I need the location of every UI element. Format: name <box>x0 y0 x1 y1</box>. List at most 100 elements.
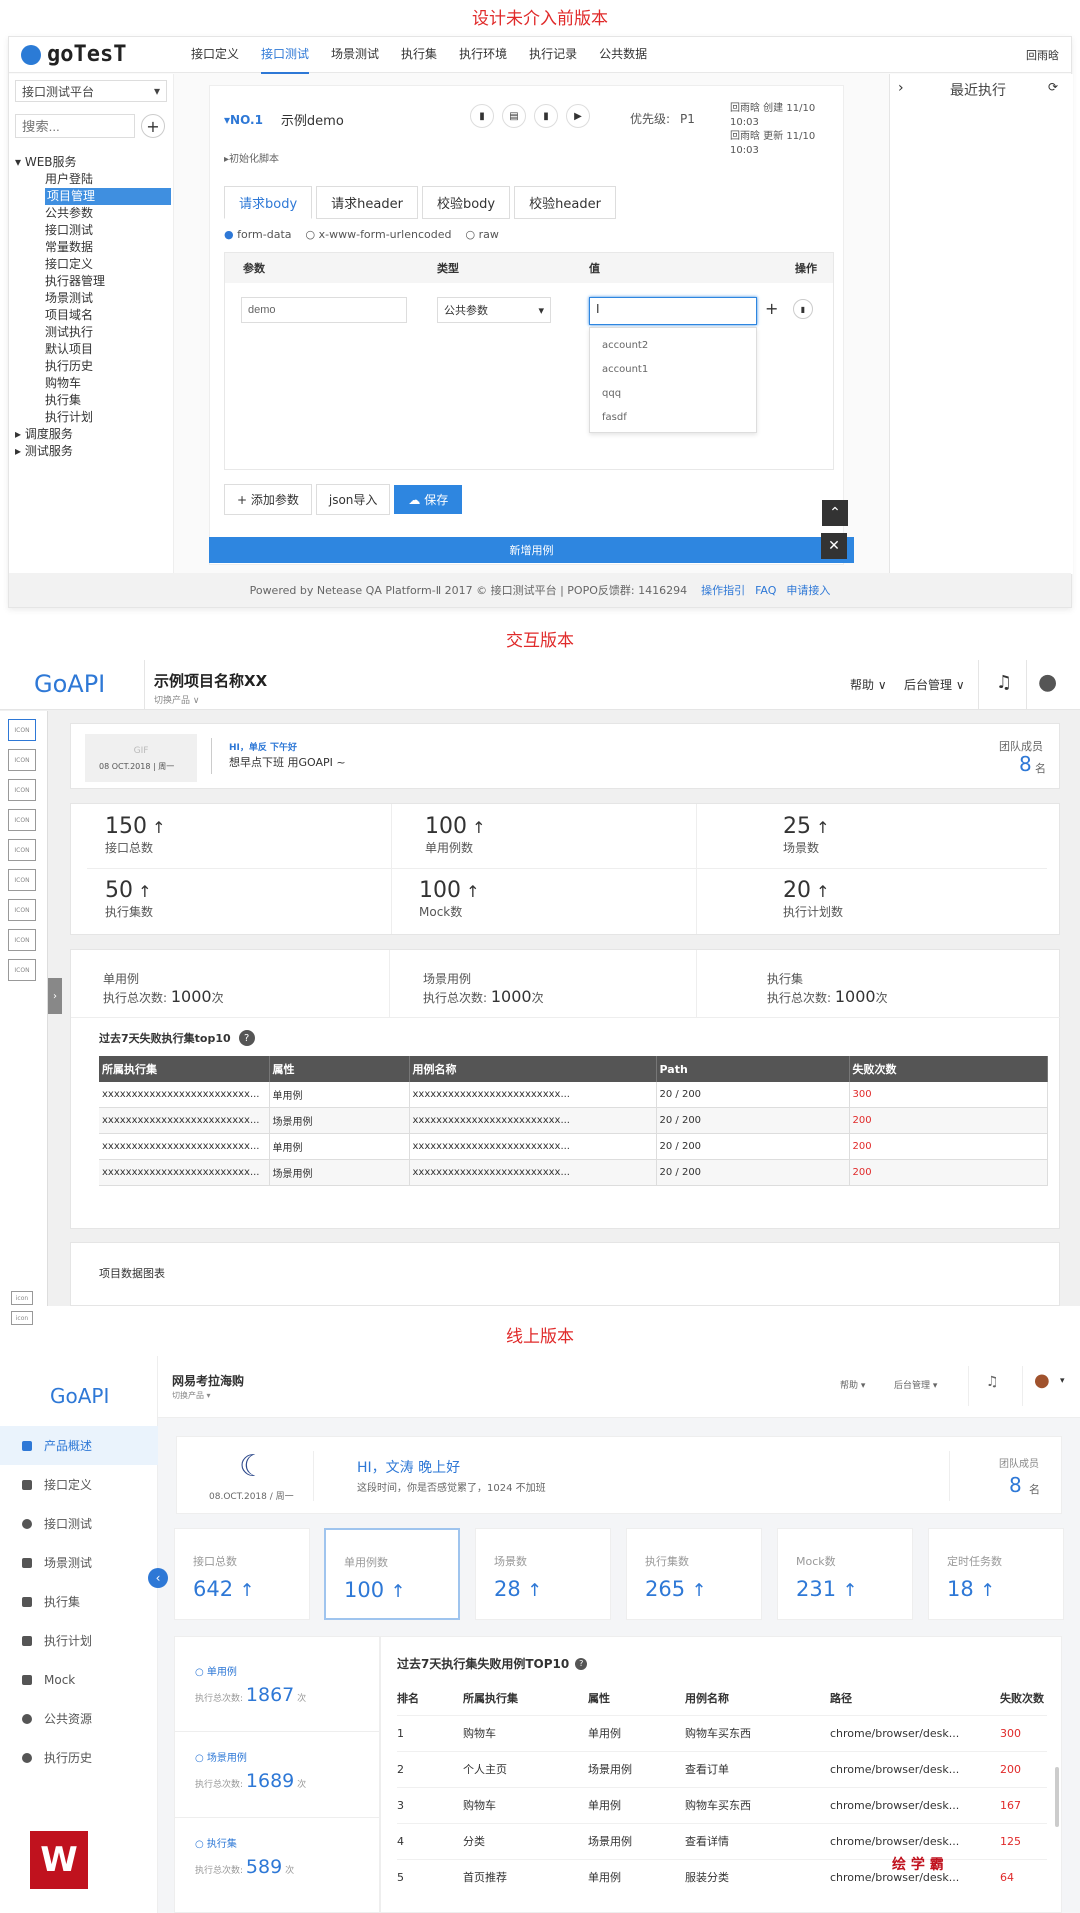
tree-root[interactable]: ▾ WEB服务 <box>15 154 173 171</box>
nav-item-scene-test[interactable]: 场景测试 <box>331 35 379 74</box>
admin-menu[interactable]: 后台管理 ∨ <box>904 676 965 693</box>
stat-single-cases[interactable]: 单用例数 100 ↑ <box>324 1528 460 1620</box>
dropdown-option[interactable]: fasdf <box>602 406 744 430</box>
help-menu[interactable]: 帮助 ▾ <box>840 1378 865 1391</box>
case-name[interactable]: 示例demo <box>281 110 344 129</box>
tab-request-body[interactable]: 请求body <box>224 186 313 219</box>
nav-icon[interactable]: ICON <box>8 899 36 921</box>
menu-item-interface-test[interactable]: 接口测试 <box>0 1504 158 1543</box>
tree-item[interactable]: 执行历史 <box>15 358 173 375</box>
avatar[interactable]: ● <box>1034 1370 1050 1391</box>
save-button[interactable]: ☁ 保存 <box>394 485 463 514</box>
avatar[interactable]: ● <box>1038 670 1057 695</box>
tree-item[interactable]: 接口测试 <box>15 222 173 239</box>
user-name[interactable]: 回雨晗 <box>1026 47 1059 63</box>
nav-icon[interactable]: ICON <box>8 929 36 951</box>
param-type-select[interactable]: 公共参数 ▾ <box>437 297 551 323</box>
tree-item[interactable]: 执行器管理 <box>15 273 173 290</box>
radio-raw[interactable]: ○ raw <box>465 228 498 241</box>
table-row[interactable]: 5 首页推荐 单用例 服装分类 chrome/browser/desk... 64 <box>397 1858 1047 1895</box>
tab-check-header[interactable]: 校验header <box>514 186 616 219</box>
copy-icon[interactable]: ▮ <box>470 104 494 128</box>
stat-scenes[interactable]: 场景数 28 ↑ <box>475 1528 611 1620</box>
nav-item-interface-def[interactable]: 接口定义 <box>191 35 239 74</box>
param-name-input[interactable] <box>241 297 407 323</box>
delete-icon[interactable]: ▮ <box>534 104 558 128</box>
case-number[interactable]: ▾NO.1 <box>224 113 263 127</box>
table-row[interactable]: 4 分类 场景用例 查看详情 chrome/browser/desk... 125 <box>397 1822 1047 1859</box>
goapi-logo[interactable]: GoAPI <box>34 670 105 698</box>
nav-icon[interactable]: ICON <box>8 869 36 891</box>
dropdown-option[interactable]: account2 <box>602 334 744 358</box>
tree-item[interactable]: 测试执行 <box>15 324 173 341</box>
menu-item-interface-def[interactable]: 接口定义 <box>0 1465 158 1504</box>
tree-item[interactable]: 用户登陆 <box>15 171 173 188</box>
nav-icon[interactable]: ICON <box>8 839 36 861</box>
tree-item[interactable]: 执行计划 <box>15 409 173 426</box>
table-row[interactable]: 1 购物车 单用例 购物车买东西 chrome/browser/desk... 300 <box>397 1714 1047 1751</box>
refresh-icon[interactable]: ⟳ <box>1048 80 1058 94</box>
nav-icon[interactable]: ICON <box>8 959 36 981</box>
new-case-button[interactable]: 新增用例 <box>209 537 854 563</box>
tree-node-closed[interactable]: ▸ 测试服务 <box>15 443 173 460</box>
table-row[interactable]: 2 个人主页 场景用例 查看订单 chrome/browser/desk... 200 <box>397 1750 1047 1787</box>
tree-item[interactable]: 常量数据 <box>15 239 173 256</box>
table-row[interactable]: xxxxxxxxxxxxxxxxxxxxxxxxx... 场景用例 xxxxxxxx… <box>99 1107 1048 1134</box>
tree-search-input[interactable] <box>15 114 135 138</box>
switch-product[interactable]: 切换产品 ∨ <box>154 693 199 706</box>
tree-item[interactable]: 公共参数 <box>15 205 173 222</box>
dropdown-option[interactable]: account1 <box>602 358 744 382</box>
tree-item[interactable]: 场景测试 <box>15 290 173 307</box>
play-icon[interactable]: ▶ <box>566 104 590 128</box>
nav-icon[interactable]: ICON <box>8 779 36 801</box>
bell-icon[interactable]: ♫ <box>986 1374 999 1390</box>
collapse-sidebar-icon[interactable]: ‹ <box>148 1568 168 1588</box>
menu-item-overview[interactable]: 产品概述 <box>0 1426 158 1465</box>
nav-item-exec-record[interactable]: 执行记录 <box>529 35 577 74</box>
nav-item-exec-env[interactable]: 执行环境 <box>459 35 507 74</box>
admin-menu[interactable]: 后台管理 ▾ <box>894 1378 937 1391</box>
cart-icon[interactable]: ▤ <box>502 104 526 128</box>
table-row[interactable]: xxxxxxxxxxxxxxxxxxxxxxxxx... 单用例 xxxxxxxxx… <box>99 1082 1048 1108</box>
bell-icon[interactable]: ♫ <box>996 672 1012 693</box>
switch-product[interactable]: 切换产品 ▾ <box>172 1390 211 1401</box>
menu-item-exec-set[interactable]: 执行集 <box>0 1582 158 1621</box>
param-value-input[interactable]: I <box>589 297 757 325</box>
menu-item-mock[interactable]: Mock <box>0 1660 158 1699</box>
tree-item[interactable]: 项目域名 <box>15 307 173 324</box>
stat-timed-tasks[interactable]: 定时任务数 18 ↑ <box>928 1528 1064 1620</box>
add-param-button[interactable]: + 添加参数 <box>224 484 312 515</box>
platform-select[interactable]: 接口测试平台 ▾ <box>15 80 167 102</box>
scroll-top-icon[interactable]: ⌃ <box>822 500 848 526</box>
json-import-button[interactable]: json导入 <box>315 484 391 515</box>
add-icon[interactable]: + <box>141 114 165 138</box>
table-row[interactable]: 3 购物车 单用例 购物车买东西 chrome/browser/desk... 167 <box>397 1786 1047 1823</box>
dropdown-option[interactable]: qqq <box>602 382 744 406</box>
scrollbar[interactable] <box>1055 1767 1059 1827</box>
fullscreen-icon[interactable]: ✕ <box>821 533 847 559</box>
tree-item[interactable]: 默认项目 <box>15 341 173 358</box>
small-icon[interactable]: icon <box>11 1311 33 1325</box>
tree-item[interactable]: 接口定义 <box>15 256 173 273</box>
menu-item-public[interactable]: 公共资源 <box>0 1699 158 1738</box>
help-icon[interactable]: ? <box>238 1030 255 1046</box>
nav-item-interface-test[interactable]: 接口测试 <box>261 35 310 74</box>
help-icon[interactable]: ? <box>575 1657 588 1670</box>
gotest-logo[interactable]: goTesT <box>21 42 191 67</box>
tree-node-closed[interactable]: ▸ 调度服务 <box>15 426 173 443</box>
tree-item[interactable]: 购物车 <box>15 375 173 392</box>
link-apply[interactable]: 申请接入 <box>786 582 830 598</box>
expand-sidebar-icon[interactable]: › <box>48 978 62 1014</box>
table-row[interactable]: xxxxxxxxxxxxxxxxxxxxxxxxx... 单用例 xxxxxxxxx… <box>99 1133 1048 1160</box>
nav-icon[interactable]: ICON <box>8 749 36 771</box>
nav-item-exec-set[interactable]: 执行集 <box>401 35 437 74</box>
radio-urlencoded[interactable]: ○ x-www-form-urlencoded <box>306 228 452 241</box>
init-script-toggle[interactable]: ▸初始化脚本 <box>224 150 279 165</box>
priority-value[interactable]: P1 <box>680 112 695 126</box>
delete-row-icon[interactable]: ▮ <box>793 299 813 319</box>
menu-item-scene-test[interactable]: 场景测试 <box>0 1543 158 1582</box>
chevron-down-icon[interactable]: ▾ <box>1060 1376 1065 1386</box>
nav-icon[interactable]: ICON <box>8 809 36 831</box>
tree-item-selected[interactable]: 项目管理 <box>45 188 171 205</box>
stat-mock[interactable]: Mock数 231 ↑ <box>777 1528 913 1620</box>
